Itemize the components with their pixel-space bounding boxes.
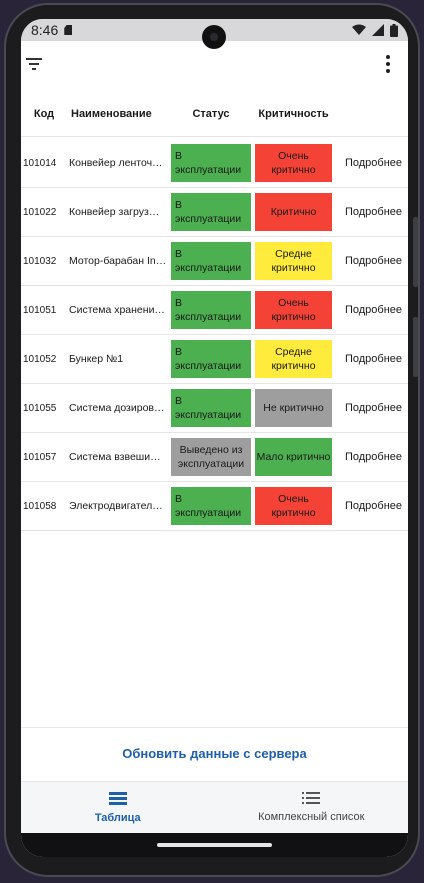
table-row[interactable]: 101055 Система дозиров… В эксплуатации Н… — [21, 384, 408, 433]
header-code[interactable]: Код — [21, 108, 67, 120]
criticality-chip: Очень критично — [255, 487, 332, 525]
row-name: Система хранени… — [69, 304, 165, 316]
battery-icon — [390, 23, 398, 37]
criticality-chip: Критично — [255, 193, 332, 231]
status-time: 8:46 — [31, 22, 59, 38]
table-row[interactable]: 101014 Конвейер ленточ… В эксплуатации О… — [21, 139, 408, 188]
table-row[interactable]: 101051 Система хранени… В эксплуатации О… — [21, 286, 408, 335]
header-name[interactable]: Наименование — [67, 108, 169, 120]
table-row[interactable]: 101022 Конвейер загруз… В эксплуатации К… — [21, 188, 408, 237]
gesture-area — [21, 833, 408, 857]
row-name: Система взвеши… — [69, 451, 161, 463]
sim-card-icon — [64, 25, 73, 35]
camera-cutout — [202, 25, 226, 49]
volume-button — [413, 217, 418, 287]
power-button — [413, 317, 418, 377]
row-code: 101058 — [23, 500, 57, 512]
details-link[interactable]: Подробнее — [332, 500, 408, 512]
nav-table-label: Таблица — [94, 811, 141, 824]
details-link[interactable]: Подробнее — [332, 353, 408, 365]
criticality-chip: Не критично — [255, 389, 332, 427]
row-code: 101057 — [23, 451, 57, 463]
row-code: 101022 — [23, 206, 57, 218]
table-rows-icon — [108, 791, 127, 806]
table-header: Код Наименование Статус Критичность — [21, 91, 408, 137]
refresh-button[interactable]: Обновить данные с сервера — [21, 727, 408, 779]
gesture-handle[interactable] — [157, 843, 272, 847]
details-link[interactable]: Подробнее — [332, 255, 408, 267]
screen: 8:46 Код Наименование Статус Критичность… — [21, 19, 408, 857]
filter-icon[interactable] — [25, 57, 43, 71]
criticality-chip: Очень критично — [255, 144, 332, 182]
details-link[interactable]: Подробнее — [332, 402, 408, 414]
table-row[interactable]: 101052 Бункер №1 В эксплуатации Средне к… — [21, 335, 408, 384]
details-link[interactable]: Подробнее — [332, 157, 408, 169]
signal-icon — [372, 24, 384, 36]
row-code: 101032 — [23, 255, 57, 267]
row-name: Конвейер ленточ… — [69, 157, 163, 169]
row-name: Система дозиров… — [69, 402, 165, 414]
nav-complex-list-label: Комплексный список — [258, 811, 365, 823]
status-chip: В эксплуатации — [171, 389, 251, 427]
status-chip: В эксплуатации — [171, 291, 251, 329]
nav-complex-list[interactable]: Комплексный список — [215, 782, 409, 833]
header-status[interactable]: Статус — [169, 108, 253, 120]
list-icon — [302, 792, 321, 804]
status-chip: В эксплуатации — [171, 144, 251, 182]
table-row[interactable]: 101032 Мотор-барабан In… В эксплуатации … — [21, 237, 408, 286]
status-chip: В эксплуатации — [171, 340, 251, 378]
row-name: Бункер №1 — [69, 353, 124, 365]
status-chip: В эксплуатации — [171, 193, 251, 231]
more-vert-icon[interactable] — [384, 54, 392, 74]
nav-table[interactable]: Таблица — [21, 782, 215, 833]
criticality-chip: Мало критично — [255, 438, 332, 476]
details-link[interactable]: Подробнее — [332, 304, 408, 316]
criticality-chip: Очень критично — [255, 291, 332, 329]
status-chip: В эксплуатации — [171, 487, 251, 525]
header-criticality[interactable]: Критичность — [253, 108, 334, 120]
criticality-chip: Средне критично — [255, 242, 332, 280]
criticality-chip: Средне критично — [255, 340, 332, 378]
row-name: Конвейер загруз… — [69, 206, 160, 218]
table-body: 101014 Конвейер ленточ… В эксплуатации О… — [21, 139, 408, 531]
status-icons — [352, 23, 398, 37]
row-code: 101014 — [23, 157, 57, 169]
status-chip: В эксплуатации — [171, 242, 251, 280]
row-name: Мотор-барабан In… — [69, 255, 167, 267]
row-name: Электродвигател… — [69, 500, 163, 512]
status-chip: Выведено из эксплуатации — [171, 438, 251, 476]
table-row[interactable]: 101057 Система взвеши… Выведено из экспл… — [21, 433, 408, 482]
row-code: 101052 — [23, 353, 57, 365]
details-link[interactable]: Подробнее — [332, 206, 408, 218]
row-code: 101051 — [23, 304, 57, 316]
table-row[interactable]: 101058 Электродвигател… В эксплуатации О… — [21, 482, 408, 531]
wifi-icon — [352, 24, 366, 35]
details-link[interactable]: Подробнее — [332, 451, 408, 463]
row-code: 101055 — [23, 402, 57, 414]
bottom-navigation: Таблица Комплексный список — [21, 781, 408, 833]
